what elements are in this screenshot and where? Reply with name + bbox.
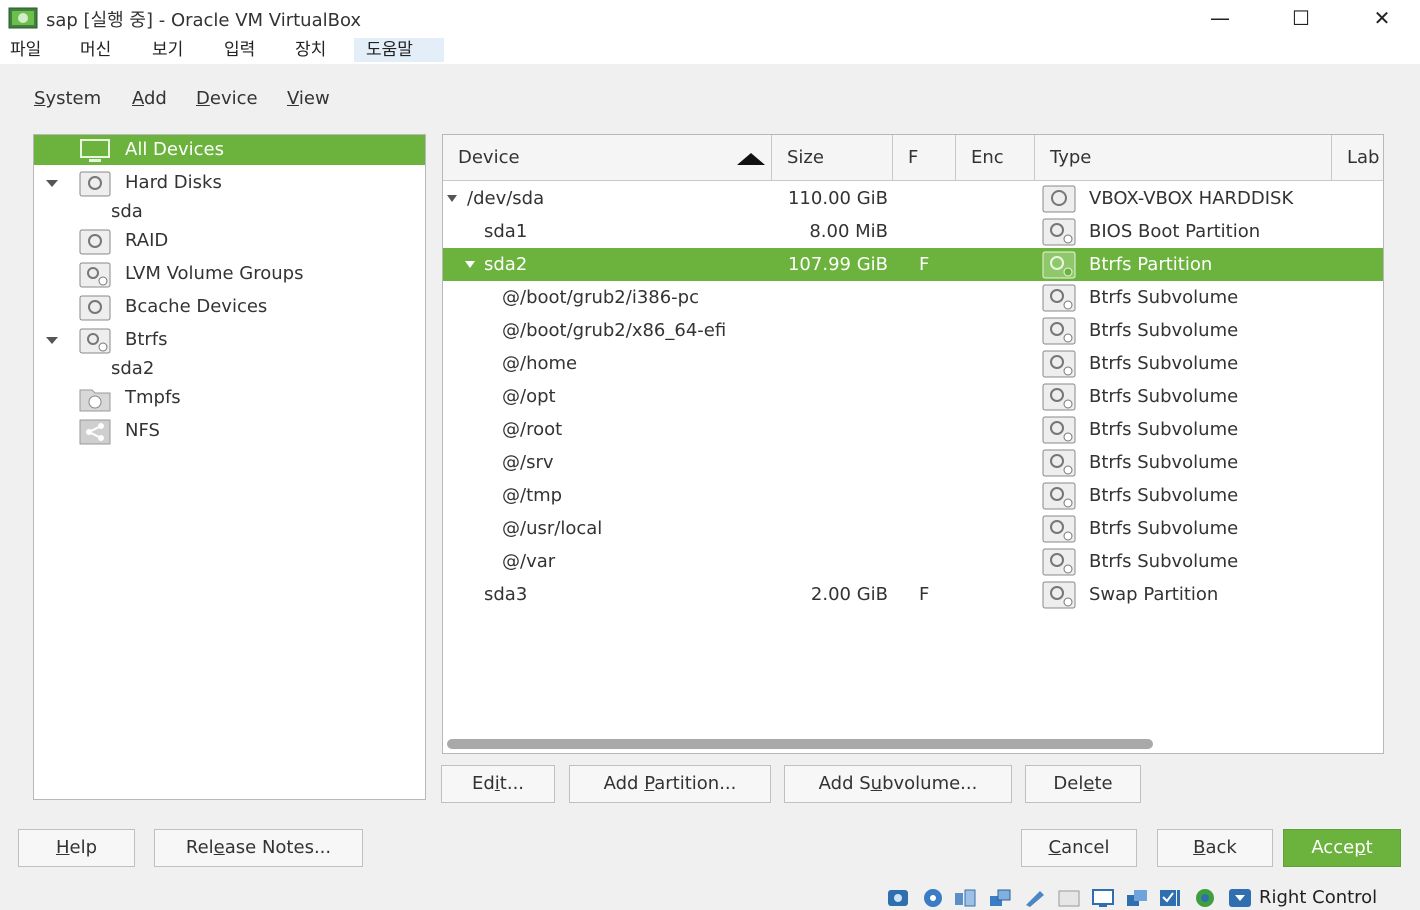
accept-button[interactable]: Accept <box>1283 829 1401 867</box>
tmpfs-icon <box>79 389 111 412</box>
monitor-icon <box>80 139 110 162</box>
hdd-activity-icon[interactable] <box>886 888 910 908</box>
device-table: Device Size F Enc Type Lab /dev/sda 110.… <box>442 134 1384 754</box>
host-menu-help[interactable]: 도움말 <box>354 38 444 62</box>
horizontal-scrollbar[interactable] <box>447 739 1153 749</box>
network-icon[interactable] <box>988 888 1012 908</box>
bcache-icon <box>79 295 111 321</box>
host-menu-file[interactable]: 파일 <box>2 38 49 62</box>
column-header-format[interactable]: F <box>893 135 956 181</box>
menu-device[interactable]: Device <box>196 84 258 114</box>
tree-item-hard-disks[interactable]: Hard Disks <box>34 168 425 198</box>
raid-icon <box>79 229 111 255</box>
table-row[interactable]: @/var Btrfs Subvolume <box>443 545 1383 578</box>
btrfs-icon <box>79 328 111 354</box>
subvolume-icon <box>1042 416 1076 444</box>
table-row[interactable]: @/boot/grub2/x86_64-efi Btrfs Subvolume <box>443 314 1383 347</box>
column-header-size[interactable]: Size <box>772 135 893 181</box>
subvolume-icon <box>1042 317 1076 345</box>
table-row[interactable]: @/tmp Btrfs Subvolume <box>443 479 1383 512</box>
mouse-integration-icon[interactable] <box>1228 888 1252 908</box>
guest-additions-icon[interactable] <box>1193 888 1217 908</box>
subvolume-icon <box>1042 482 1076 510</box>
partition-icon <box>1042 251 1076 279</box>
expand-arrow-icon[interactable] <box>46 337 58 344</box>
tree-item-btrfs[interactable]: Btrfs <box>34 325 425 355</box>
host-menu-input[interactable]: 입력 <box>216 38 263 62</box>
display-icon[interactable] <box>1091 888 1115 908</box>
add-subvolume-button[interactable]: Add Subvolume... <box>784 765 1012 803</box>
table-row[interactable]: @/usr/local Btrfs Subvolume <box>443 512 1383 545</box>
vt-x-icon[interactable] <box>1158 888 1182 908</box>
collapse-arrow-icon[interactable] <box>447 195 457 202</box>
back-button[interactable]: Back <box>1157 829 1273 867</box>
window-title: sap [실행 중] - Oracle VM VirtualBox <box>46 10 362 31</box>
release-notes-button[interactable]: Release Notes... <box>154 829 363 867</box>
delete-button[interactable]: Delete <box>1025 765 1141 803</box>
cancel-button[interactable]: Cancel <box>1021 829 1137 867</box>
menu-add[interactable]: Add <box>132 84 167 114</box>
host-menu-view[interactable]: 보기 <box>144 38 191 62</box>
subvolume-icon <box>1042 284 1076 312</box>
vm-statusbar: Right Control <box>0 884 1420 910</box>
nfs-share-icon <box>79 419 111 445</box>
column-header-type[interactable]: Type <box>1035 135 1332 181</box>
subvolume-icon <box>1042 548 1076 576</box>
table-row[interactable]: @/opt Btrfs Subvolume <box>443 380 1383 413</box>
tree-item-raid[interactable]: RAID <box>34 226 425 256</box>
host-key-label: Right Control <box>1259 887 1378 908</box>
subvolume-icon <box>1042 350 1076 378</box>
table-row-selected[interactable]: sda2 107.99 GiB F Btrfs Partition <box>443 248 1383 281</box>
table-row[interactable]: @/boot/grub2/i386-pc Btrfs Subvolume <box>443 281 1383 314</box>
table-row[interactable]: sda1 8.00 MiB BIOS Boot Partition <box>443 215 1383 248</box>
audio-icon[interactable] <box>953 888 977 908</box>
host-menu-devices[interactable]: 장치 <box>287 38 334 62</box>
shared-folder-icon[interactable] <box>1057 888 1081 908</box>
table-row[interactable]: @/home Btrfs Subvolume <box>443 347 1383 380</box>
window-titlebar: sap [실행 중] - Oracle VM VirtualBox — ☐ ✕ <box>0 0 1420 36</box>
expand-arrow-icon[interactable] <box>46 180 58 187</box>
subvolume-icon <box>1042 383 1076 411</box>
hard-disk-icon <box>79 171 111 197</box>
menu-view[interactable]: View <box>287 84 330 114</box>
maximize-button[interactable]: ☐ <box>1281 4 1321 32</box>
partition-icon <box>1042 218 1076 246</box>
hard-disk-icon <box>1042 185 1076 213</box>
table-row[interactable]: /dev/sda 110.00 GiB VBOX-VBOX HARDDISK <box>443 182 1383 215</box>
column-header-encrypted[interactable]: Enc <box>956 135 1035 181</box>
edit-button[interactable]: Edit... <box>441 765 555 803</box>
partition-icon <box>1042 581 1076 609</box>
host-menubar: 파일 머신 보기 입력 장치 도움말 <box>0 36 1420 64</box>
device-tree: All Devices Hard Disks sda RAID LVM Volu… <box>33 134 426 800</box>
tree-item-lvm[interactable]: LVM Volume Groups <box>34 259 425 289</box>
subvolume-icon <box>1042 515 1076 543</box>
subvolume-icon <box>1042 449 1076 477</box>
guest-screen: System Add Device View All Devices Hard … <box>0 64 1420 884</box>
menu-system[interactable]: System <box>34 84 101 114</box>
virtualbox-app-icon <box>8 7 38 29</box>
tree-item-tmpfs[interactable]: Tmpfs <box>34 383 425 413</box>
tree-item-all-devices[interactable]: All Devices <box>34 135 425 165</box>
table-row[interactable]: @/root Btrfs Subvolume <box>443 413 1383 446</box>
usb-icon[interactable] <box>1023 888 1047 908</box>
close-button[interactable]: ✕ <box>1362 4 1402 32</box>
minimize-button[interactable]: — <box>1200 4 1240 32</box>
tree-item-sda[interactable]: sda <box>34 197 425 227</box>
host-menu-machine[interactable]: 머신 <box>72 38 119 62</box>
add-partition-button[interactable]: Add Partition... <box>569 765 771 803</box>
collapse-arrow-icon[interactable] <box>465 261 475 268</box>
tree-item-sda2[interactable]: sda2 <box>34 354 425 384</box>
tree-item-nfs[interactable]: NFS <box>34 416 425 446</box>
column-header-device[interactable]: Device <box>443 135 772 181</box>
table-header: Device Size F Enc Type Lab <box>443 135 1383 181</box>
table-row[interactable]: sda3 2.00 GiB F Swap Partition <box>443 578 1383 611</box>
table-row[interactable]: @/srv Btrfs Subvolume <box>443 446 1383 479</box>
lvm-icon <box>79 262 111 288</box>
column-header-label[interactable]: Lab <box>1332 135 1383 181</box>
optical-drive-icon[interactable] <box>921 888 945 908</box>
video-capture-icon[interactable] <box>1125 888 1149 908</box>
tree-item-bcache[interactable]: Bcache Devices <box>34 292 425 322</box>
help-button[interactable]: Help <box>18 829 135 867</box>
sort-ascending-icon <box>737 153 765 165</box>
